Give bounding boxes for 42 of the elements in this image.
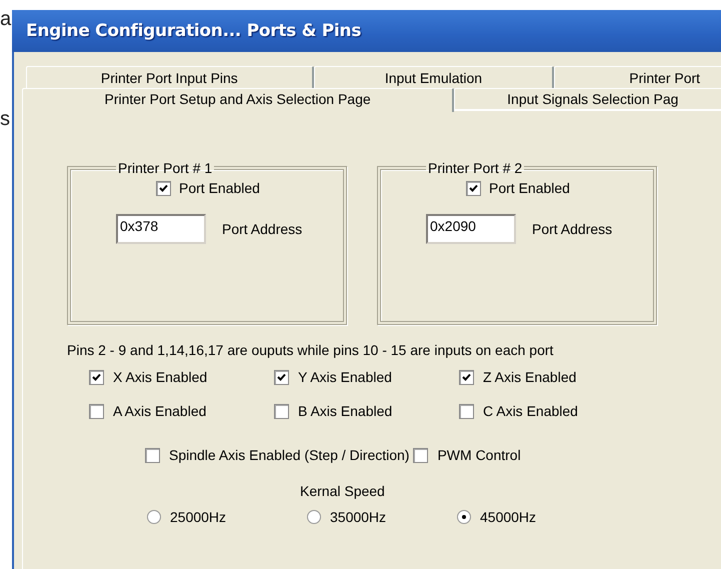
checkbox[interactable] xyxy=(89,370,104,384)
tab[interactable]: Printer Port xyxy=(554,66,721,88)
checkbox[interactable] xyxy=(459,404,474,418)
background-text: s xyxy=(0,108,10,130)
field-label: Port Address xyxy=(222,221,302,237)
address-field[interactable]: 0x2090 xyxy=(426,214,516,244)
checkbox[interactable] xyxy=(145,448,160,462)
checkbox[interactable] xyxy=(274,404,289,418)
field-label: Port Address xyxy=(532,221,612,237)
checkbox-label: Spindle Axis Enabled (Step / Direction) xyxy=(169,447,410,463)
checkbox[interactable] xyxy=(459,370,474,384)
checkbox-label: PWM Control xyxy=(437,447,521,463)
checkbox-label: Port Enabled xyxy=(179,180,260,196)
radio-button[interactable] xyxy=(307,510,321,524)
checkbox-label: B Axis Enabled xyxy=(298,403,392,419)
radio-label: 45000Hz xyxy=(480,509,536,525)
checkbox-label: Z Axis Enabled xyxy=(483,369,576,385)
checkbox-label: Y Axis Enabled xyxy=(298,369,392,385)
radio-group-label: Kernal Speed xyxy=(300,483,385,499)
radio-label: 35000Hz xyxy=(330,509,386,525)
checkbox[interactable] xyxy=(156,180,171,196)
group-title: Printer Port # 1 xyxy=(117,160,214,176)
group-title: Printer Port # 2 xyxy=(427,160,524,176)
info-text: Pins 2 - 9 and 1,14,16,17 are ouputs while pins 10 - 15 are inputs on each port xyxy=(67,342,554,358)
radio-button[interactable] xyxy=(457,510,471,524)
radio-button[interactable] xyxy=(147,510,161,524)
checkbox[interactable] xyxy=(89,404,104,418)
radio-label: 25000Hz xyxy=(170,509,226,525)
tab[interactable]: Printer Port Setup and Axis Selection Page xyxy=(22,88,454,112)
address-field[interactable]: 0x378 xyxy=(116,214,206,244)
tab[interactable]: Input Signals Selection Pag xyxy=(454,88,721,110)
background-text: a xyxy=(0,8,12,30)
checkbox[interactable] xyxy=(466,180,481,196)
checkbox-label: Port Enabled xyxy=(489,180,570,196)
checkbox-label: C Axis Enabled xyxy=(483,403,578,419)
checkbox-label: A Axis Enabled xyxy=(113,403,206,419)
tab[interactable]: Input Emulation xyxy=(314,66,554,88)
checkbox[interactable] xyxy=(413,448,428,462)
window-title: Engine Configuration... Ports & Pins xyxy=(26,21,362,41)
checkbox-label: X Axis Enabled xyxy=(113,369,208,385)
checkbox[interactable] xyxy=(274,370,289,384)
tab[interactable]: Printer Port Input Pins xyxy=(26,66,314,88)
